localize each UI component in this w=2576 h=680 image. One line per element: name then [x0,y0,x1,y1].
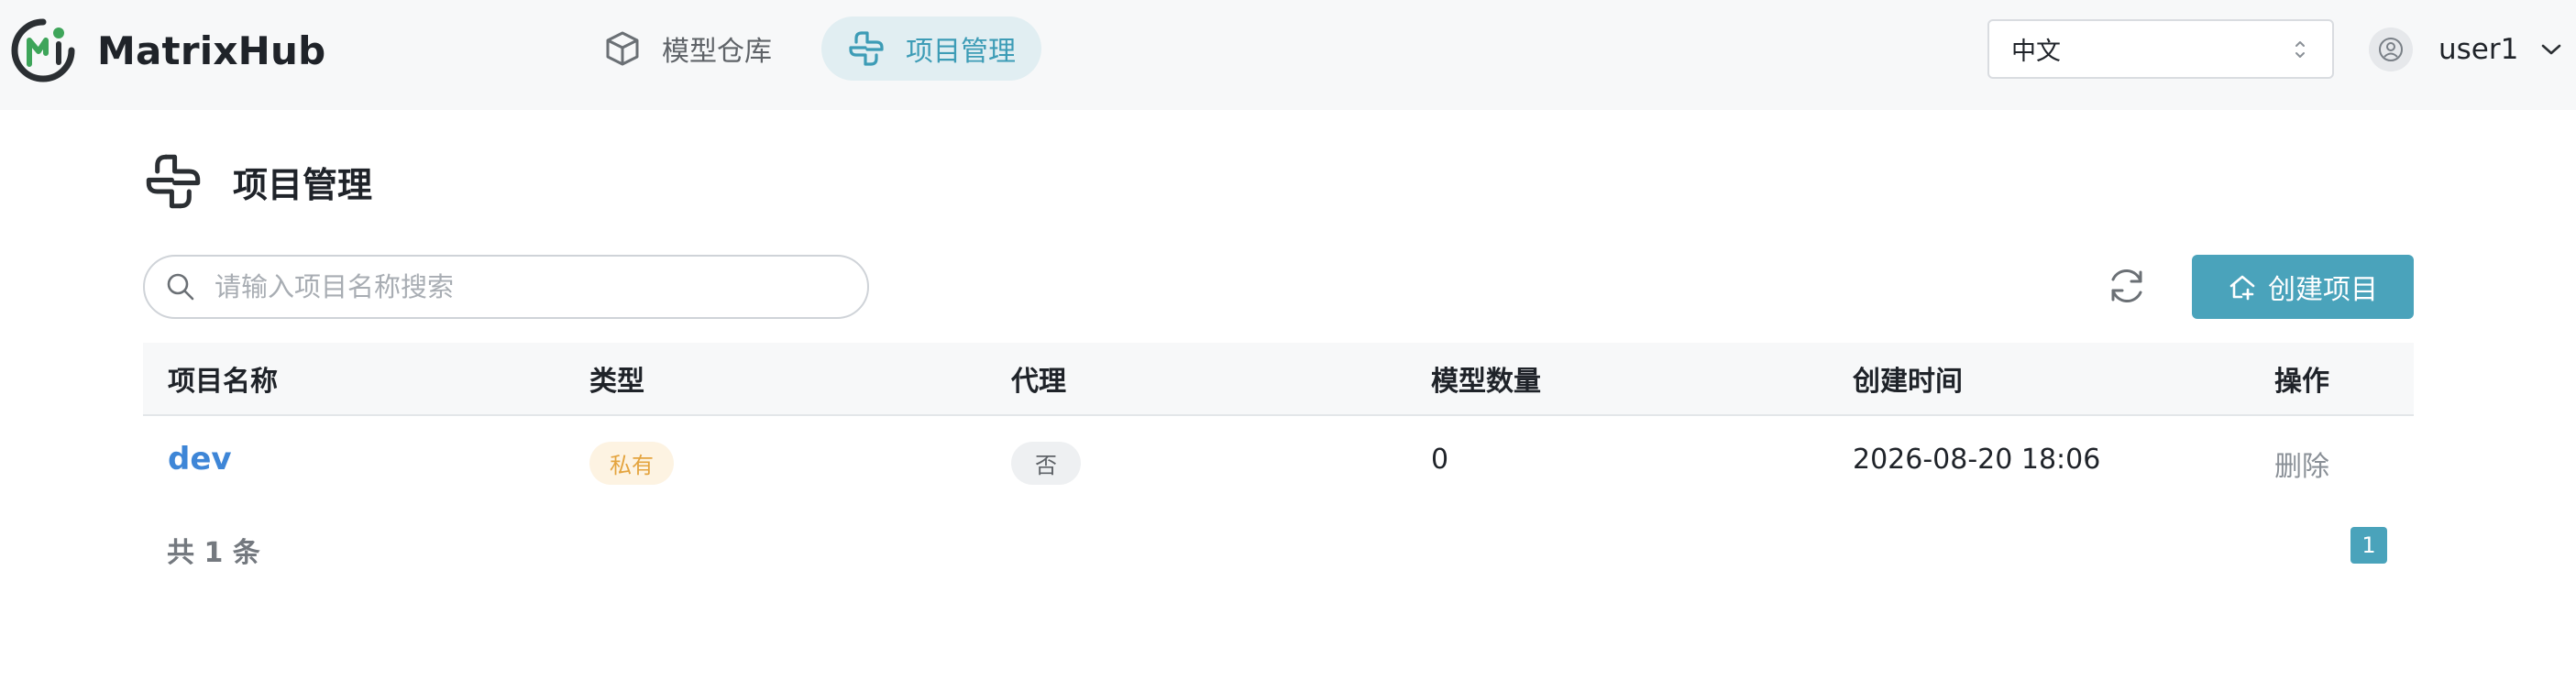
table-header: 项目名称 类型 代理 模型数量 创建时间 操作 [143,343,2414,416]
column-header: 类型 [589,366,644,398]
column-header: 项目名称 [168,366,278,398]
type-badge: 私有 [589,442,674,485]
search-input[interactable] [215,271,838,302]
search-icon [167,273,194,301]
language-select[interactable]: 中文 [1987,19,2334,79]
chevron-down-icon [2542,44,2561,55]
project-table: 项目名称 类型 代理 模型数量 创建时间 操作 dev 私有 否 0 2026-… [143,343,2414,508]
nav-item-model-repo[interactable]: 模型仓库 [578,16,798,81]
column-header: 操作 [2274,366,2329,398]
project-name-link[interactable]: dev [168,441,232,477]
chevron-up-down-icon [2295,41,2305,58]
project-icon [146,154,201,209]
column-header: 创建时间 [1853,366,1963,398]
delete-button[interactable]: 删除 [2274,444,2329,484]
language-select-value: 中文 [2011,38,2061,66]
total-count: 共 1 条 [167,537,260,569]
search-box [143,255,869,319]
created-time: 2026-08-20 18:06 [1853,444,2101,476]
home-plus-icon [2229,275,2255,301]
brand[interactable]: MatrixHub [9,16,325,84]
matrixhub-logo-icon [11,18,75,82]
column-header: 代理 [1011,366,1066,398]
nav-item-label: 模型仓库 [662,36,772,68]
proxy-badge: 否 [1011,442,1081,485]
app-name: MatrixHub [97,27,326,73]
page-heading: 项目管理 [143,151,372,212]
refresh-icon[interactable] [2106,265,2148,307]
avatar [2369,27,2413,71]
project-icon [849,31,884,66]
main-nav: 模型仓库 项目管理 [578,16,1041,81]
cube-icon [606,31,639,66]
create-project-label: 创建项目 [2268,274,2378,306]
table-row: dev 私有 否 0 2026-08-20 18:06 删除 [143,416,2414,508]
top-nav-bar: MatrixHub 模型仓库 项目管理 中文 user1 [0,0,2576,110]
user-menu[interactable]: user1 [2369,27,2562,71]
column-header: 模型数量 [1431,366,1541,398]
model-count: 0 [1431,444,1449,476]
page-button-1[interactable]: 1 [2350,527,2387,564]
nav-item-label: 项目管理 [906,36,1016,68]
user-name: user1 [2438,33,2519,66]
page-title: 项目管理 [233,164,373,205]
nav-item-project-management[interactable]: 项目管理 [821,16,1041,81]
user-circle-icon [2379,38,2403,61]
create-project-button[interactable]: 创建项目 [2192,255,2414,319]
